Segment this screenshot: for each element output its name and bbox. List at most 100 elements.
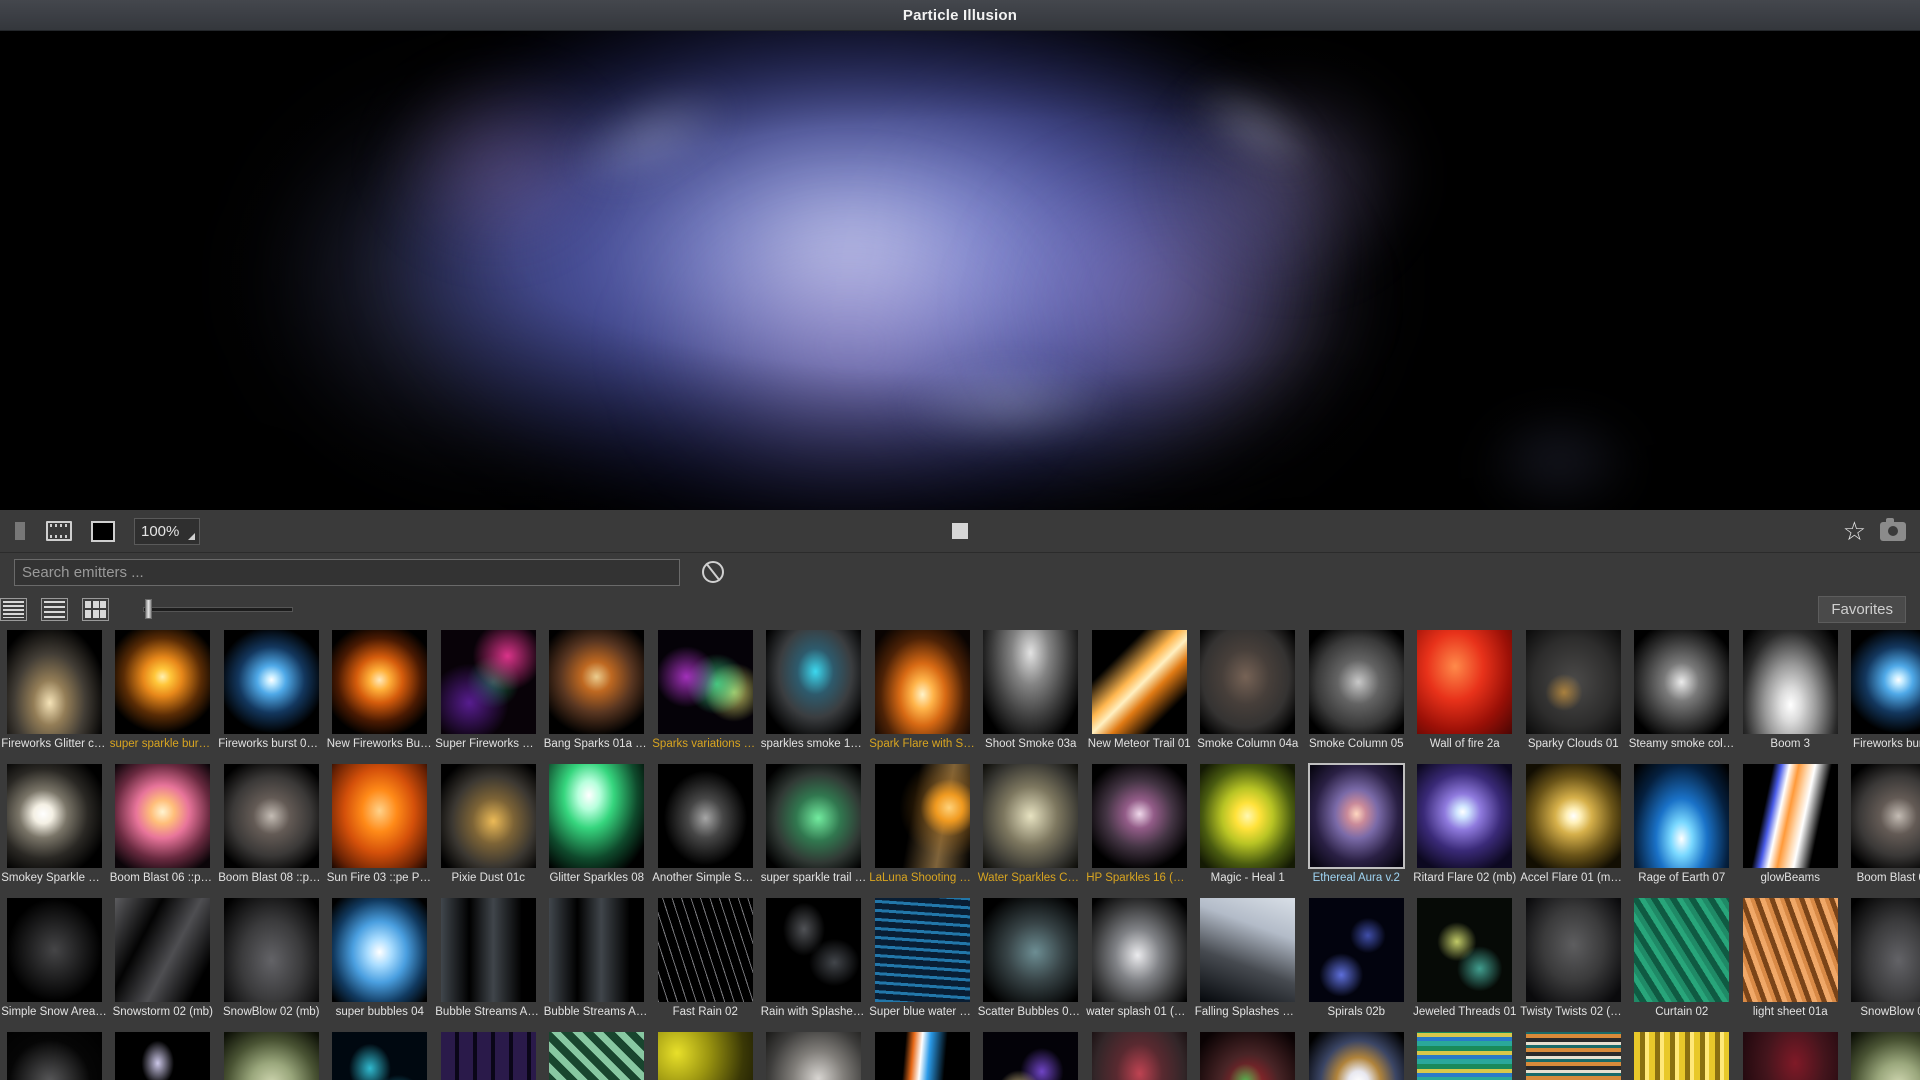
camera-icon[interactable]	[1880, 517, 1906, 541]
star-icon[interactable]: ☆	[1843, 518, 1866, 544]
emitter-item[interactable]: Rain with Splashes S...	[760, 895, 869, 1029]
emitter-thumbnail[interactable]	[1091, 630, 1187, 734]
emitter-thumbnail[interactable]	[1417, 764, 1513, 868]
emitter-thumbnail[interactable]	[983, 630, 1079, 734]
emitter-item[interactable]: super sparkle burst 02	[109, 627, 218, 761]
emitter-thumbnail[interactable]	[1308, 898, 1404, 1002]
emitter-thumbnail[interactable]	[1091, 764, 1187, 868]
emitter-thumbnail[interactable]	[549, 1032, 645, 1080]
emitter-thumbnail[interactable]	[1525, 764, 1621, 868]
emitter-item[interactable]: Bang Sparks 01a (mb)	[543, 627, 652, 761]
emitter-item[interactable]: Shoot Smoke 03a	[977, 627, 1086, 761]
emitter-thumbnail[interactable]	[1525, 898, 1621, 1002]
emitter-item[interactable]: SnowBlow 02 (mb)	[217, 895, 326, 1029]
emitter-thumbnail[interactable]	[115, 898, 211, 1002]
emitter-item[interactable]: Fast Rain 02	[651, 895, 760, 1029]
emitter-thumbnail[interactable]	[657, 1032, 753, 1080]
emitter-item[interactable]: Ethereal Waves ::pe...	[1085, 1029, 1194, 1080]
emitter-thumbnail[interactable]	[1742, 764, 1838, 868]
emitter-thumbnail[interactable]	[657, 898, 753, 1002]
emitter-item[interactable]: Paper Patterns 10	[217, 1029, 326, 1080]
emitter-thumbnail[interactable]	[874, 1032, 970, 1080]
emitter-item[interactable]: Simple Snow Area 02	[0, 895, 109, 1029]
emitter-thumbnail[interactable]	[1308, 1032, 1404, 1080]
emitter-thumbnail[interactable]	[549, 630, 645, 734]
emitter-item[interactable]: sparkles smoke 10a (...	[760, 627, 869, 761]
clear-no-entry-icon[interactable]	[702, 561, 724, 583]
emitter-thumbnail[interactable]	[1200, 898, 1296, 1002]
emitter-item[interactable]: Sparks variations 05...	[651, 627, 760, 761]
emitter-thumbnail[interactable]	[983, 1032, 1079, 1080]
emitter-item[interactable]: Boom Blast 06 ::pe P...	[109, 761, 218, 895]
search-input[interactable]	[14, 558, 680, 586]
preview-center-handle[interactable]	[952, 523, 968, 539]
emitter-thumbnail[interactable]	[440, 1032, 536, 1080]
emitter-thumbnail[interactable]	[332, 630, 428, 734]
emitter-thumbnail[interactable]	[1851, 764, 1920, 868]
emitter-thumbnail[interactable]	[440, 898, 536, 1002]
particle-preview-viewport[interactable]	[0, 31, 1920, 510]
emitter-item[interactable]: Accel Flare 01 (mb?)	[1519, 761, 1628, 895]
emitter-item[interactable]: New Fireworks Burst...	[326, 627, 435, 761]
emitter-thumbnail[interactable]	[983, 764, 1079, 868]
emitter-item[interactable]: Boom Blast 08 ::	[1845, 761, 1920, 895]
emitter-item[interactable]: Ethereal Aura v.2	[1302, 761, 1411, 895]
emitter-item[interactable]: Another Simple Spar...	[651, 761, 760, 895]
emitter-item[interactable]: Area Squares 01	[543, 1029, 652, 1080]
emitter-thumbnail[interactable]	[874, 764, 970, 868]
emitter-item[interactable]: Ripple Flashes 02 (m...	[326, 1029, 435, 1080]
emitter-thumbnail[interactable]	[1417, 630, 1513, 734]
emitter-thumbnail[interactable]	[1742, 1032, 1838, 1080]
emitter-item[interactable]: Spark Flare with Sm...	[868, 627, 977, 761]
emitter-item[interactable]: Smokey Sparkle Bur...	[0, 761, 109, 895]
emitter-thumbnail[interactable]	[6, 630, 102, 734]
emitter-item[interactable]: Boom Blast 08 ::pe P...	[217, 761, 326, 895]
emitter-item[interactable]: Bamboo Wave 05 ::...	[1519, 1029, 1628, 1080]
emitter-thumbnail[interactable]	[983, 898, 1079, 1002]
emitter-thumbnail[interactable]	[115, 630, 211, 734]
emitter-thumbnail[interactable]	[1091, 898, 1187, 1002]
emitter-item[interactable]: Light Wisps 08	[0, 1029, 109, 1080]
emitter-item[interactable]: Fireworks Glitter con...	[0, 627, 109, 761]
emitter-thumbnail[interactable]	[332, 898, 428, 1002]
emitter-thumbnail[interactable]	[766, 898, 862, 1002]
emitter-item[interactable]: Paper Patterns	[1845, 1029, 1920, 1080]
emitter-thumbnail[interactable]	[657, 764, 753, 868]
emitter-thumbnail[interactable]	[1634, 764, 1730, 868]
emitter-item[interactable]: Light Trans 06	[868, 1029, 977, 1080]
detail-view-icon[interactable]	[41, 597, 68, 621]
list-view-icon[interactable]	[0, 597, 27, 621]
film-strip-icon[interactable]	[44, 518, 74, 544]
emitter-item[interactable]: Pills Shadow 01	[109, 1029, 218, 1080]
emitter-item[interactable]: SnowBlow 02 (	[1845, 895, 1920, 1029]
emitter-thumbnail[interactable]	[549, 764, 645, 868]
emitter-item[interactable]: light sheet 01a	[1736, 895, 1845, 1029]
emitter-thumbnail[interactable]	[874, 630, 970, 734]
emitter-thumbnail[interactable]	[766, 1032, 862, 1080]
emitter-thumbnail[interactable]	[1525, 630, 1621, 734]
emitter-item[interactable]: Magic - Heal 1	[1194, 761, 1303, 895]
emitter-item[interactable]: Smoke Column 04a	[1194, 627, 1303, 761]
emitter-item[interactable]: Metal Bars 03	[651, 1029, 760, 1080]
emitter-item[interactable]: Fireworks burst 06a ...	[217, 627, 326, 761]
zoom-level-dropdown[interactable]: 100%	[134, 517, 200, 545]
emitter-thumbnail[interactable]	[874, 898, 970, 1002]
emitter-thumbnail[interactable]	[1417, 1032, 1513, 1080]
emitter-item[interactable]: Fireworks burst ...	[1845, 627, 1920, 761]
emitter-item[interactable]: Glitter Sparkles 08	[543, 761, 652, 895]
emitter-item[interactable]: super bubbles 04	[326, 895, 435, 1029]
emitter-item[interactable]: Spirals 02b	[1302, 895, 1411, 1029]
emitter-thumbnail[interactable]	[1851, 898, 1920, 1002]
emitter-thumbnail[interactable]	[223, 898, 319, 1002]
emitter-thumbnail[interactable]	[332, 1032, 428, 1080]
emitter-thumbnail[interactable]	[115, 1032, 211, 1080]
emitter-item[interactable]: Pop boxes	[434, 1029, 543, 1080]
emitter-thumbnail[interactable]	[1200, 630, 1296, 734]
emitter-thumbnail[interactable]	[549, 898, 645, 1002]
emitter-item[interactable]: New Meteor Trail 01	[1085, 627, 1194, 761]
emitter-item[interactable]: glowBeams	[1736, 761, 1845, 895]
emitter-item[interactable]: Red Green Vapor Sq...	[1194, 1029, 1303, 1080]
emitter-thumbnail[interactable]	[766, 764, 862, 868]
emitter-thumbnail[interactable]	[440, 630, 536, 734]
emitter-item[interactable]: Sun Fire 03 ::pe PR::	[326, 761, 435, 895]
